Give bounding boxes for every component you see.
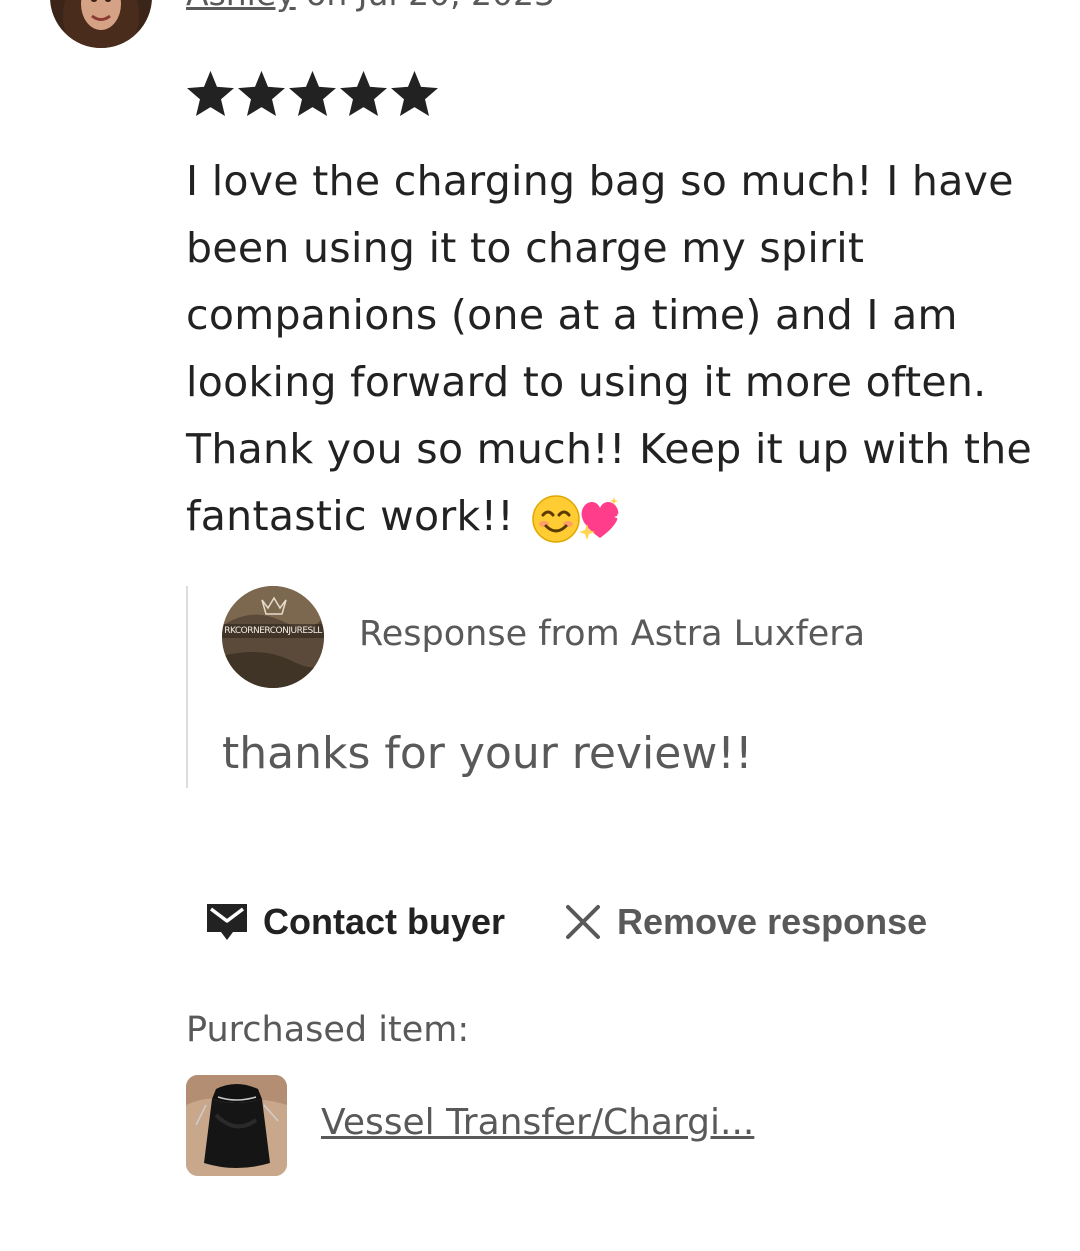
purchased-item-link[interactable]: Vessel Transfer/Chargi...: [321, 1102, 754, 1143]
envelope-icon: [207, 904, 247, 940]
response-title: Response from Astra Luxfera: [359, 614, 866, 654]
shop-logo-text: RKCORNERCONJURESLL: [224, 626, 322, 636]
seller-response: RKCORNERCONJURESLL Response from Astra L…: [186, 586, 1048, 788]
smiling-face-emoji: [532, 495, 581, 543]
star-icon: [340, 70, 387, 117]
purchased-item-label: Purchased item:: [186, 1010, 470, 1050]
star-icon: [187, 70, 234, 117]
review-date: on Jul 20, 2023: [296, 0, 555, 13]
contact-buyer-label: Contact buyer: [263, 901, 506, 942]
close-icon: [566, 905, 600, 939]
star-icon: [289, 70, 336, 117]
remove-response-label: Remove response: [617, 901, 928, 942]
review-text: I love the charging bag so much! I have …: [186, 148, 1046, 550]
contact-buyer-button[interactable]: Contact buyer: [205, 900, 505, 944]
remove-response-button[interactable]: Remove response: [563, 900, 927, 944]
sparkling-heart-emoji: [579, 497, 623, 540]
reviewer-name-link[interactable]: Ashley: [186, 0, 296, 13]
item-thumbnail[interactable]: [186, 1075, 287, 1176]
reviewer-line: Ashley on Jul 20, 2023: [186, 0, 555, 13]
review-body: I love the charging bag so much! I have …: [186, 157, 1033, 540]
star-icon: [391, 70, 438, 117]
shop-avatar[interactable]: RKCORNERCONJURESLL: [222, 586, 324, 688]
star-rating: [186, 70, 439, 119]
reviewer-avatar[interactable]: [50, 0, 152, 48]
star-icon: [238, 70, 285, 117]
response-text: thanks for your review!!: [222, 728, 753, 779]
